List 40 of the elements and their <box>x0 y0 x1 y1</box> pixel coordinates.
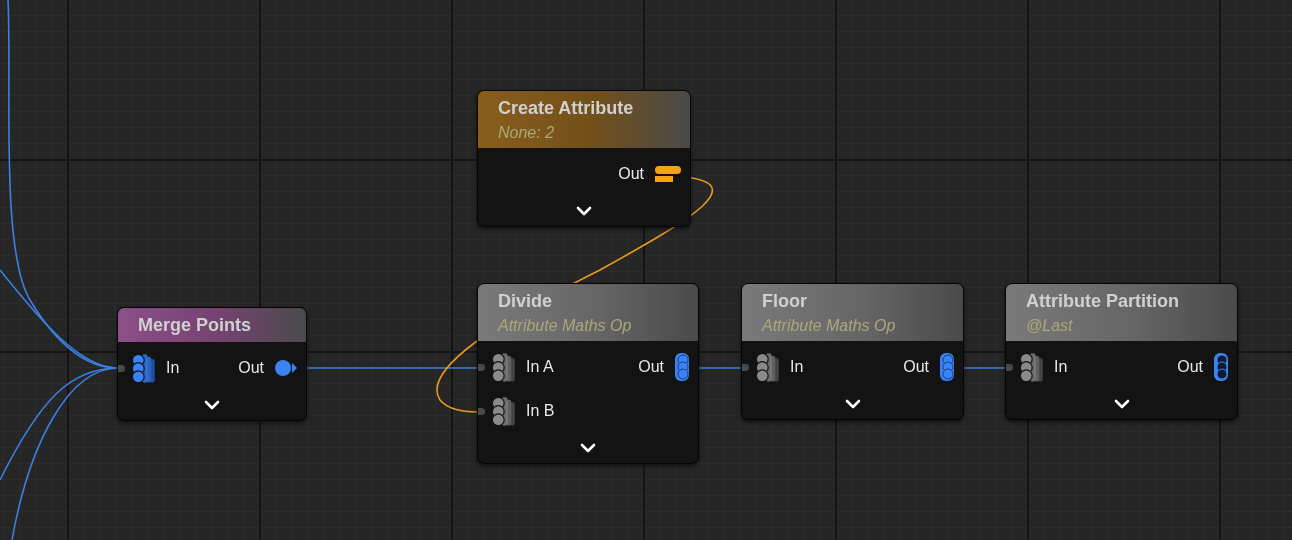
graph-node[interactable]: Attribute Partition @Last In Out <box>1005 283 1238 420</box>
chevron-down-icon <box>1113 399 1130 409</box>
pin-label: In <box>166 359 180 377</box>
node-title: Divide <box>498 290 554 311</box>
stacked-circles-icon[interactable] <box>490 394 516 428</box>
stacked-circles-icon[interactable] <box>1213 352 1229 382</box>
pin-label: Out <box>238 359 264 377</box>
graph-node[interactable]: Divide Attribute Maths Op In A In B Out <box>477 283 699 464</box>
graph-node[interactable]: Create Attribute None: 2 Out <box>477 90 691 227</box>
stacked-circles-icon[interactable] <box>130 351 156 385</box>
graph-node[interactable]: Floor Attribute Maths Op In Out <box>741 283 964 420</box>
node-title: Create Attribute <box>498 97 635 118</box>
stacked-circles-icon[interactable] <box>490 350 516 384</box>
stacked-circles-icon[interactable] <box>754 350 780 384</box>
pin-label: In <box>1054 358 1068 376</box>
stacked-circles-icon[interactable] <box>1018 350 1044 384</box>
stacked-circles-icon[interactable] <box>674 352 690 382</box>
graph-canvas[interactable]: Merge Points In Out Create Attribute None: 2 Out Divide Attribute Maths Op In A In B Out Floor Attribute Maths Op In Out Attribute Partition @Last In Out <box>0 0 1292 540</box>
node-title: Attribute Partition <box>1026 290 1180 311</box>
node-subtitle: Attribute Maths Op <box>498 316 633 335</box>
chevron-down-icon <box>576 206 592 216</box>
graph-node[interactable]: Merge Points In Out <box>117 307 307 421</box>
chevron-down-icon <box>844 399 861 409</box>
node-title: Merge Points <box>138 315 253 335</box>
bars-icon[interactable] <box>654 164 682 184</box>
pin-label: In A <box>526 358 554 376</box>
node-subtitle: @Last <box>1026 316 1074 335</box>
pin-label: Out <box>638 358 664 376</box>
chevron-down-icon <box>204 400 220 410</box>
node-subtitle: Attribute Maths Op <box>762 316 897 335</box>
stacked-circles-icon[interactable] <box>939 352 955 382</box>
dot-arrow-icon[interactable] <box>274 358 298 378</box>
node-subtitle: None: 2 <box>498 123 556 142</box>
chevron-down-icon <box>580 443 596 453</box>
node-title: Floor <box>762 290 808 311</box>
pin-label: Out <box>618 165 644 183</box>
pin-label: Out <box>903 358 929 376</box>
pin-label: Out <box>1177 358 1203 376</box>
pin-label: In B <box>526 402 555 420</box>
pin-label: In <box>790 358 804 376</box>
